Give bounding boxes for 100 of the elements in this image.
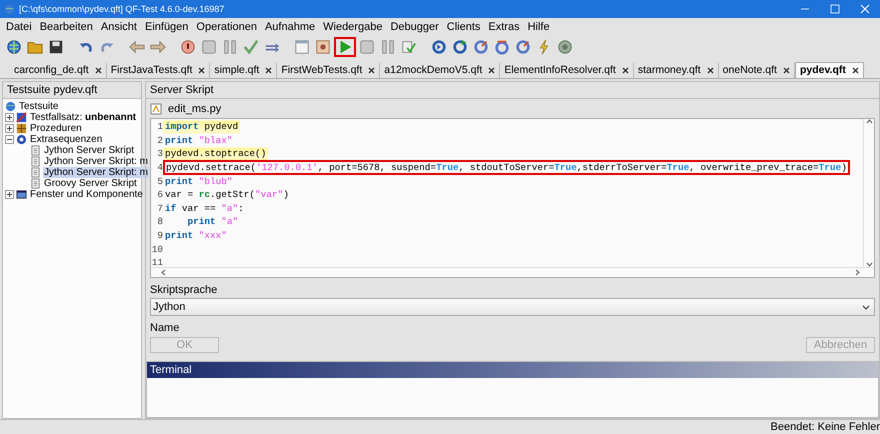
menu-item[interactable]: Einfügen [140,20,192,32]
suite-node-icon [5,101,16,112]
check-icon [243,39,259,55]
file-tab[interactable]: ElementInfoResolver.qft [500,63,634,78]
close-icon[interactable] [782,66,790,74]
menu-item[interactable]: Clients [442,20,484,32]
checklist-icon [401,39,417,55]
line-number: 1 [156,121,163,132]
scroll-right-icon[interactable] [855,269,860,276]
file-tab[interactable]: simple.qft [210,63,278,78]
close-icon[interactable] [368,66,376,74]
globe-icon [6,39,22,55]
step-in-icon [431,39,447,55]
tree-item[interactable]: Testsuite [18,101,60,112]
line-number: 3 [156,148,163,160]
file-tab[interactable]: carconfig_de.qft [10,63,107,78]
close-icon[interactable] [265,66,272,74]
code-line: print "blub" [164,174,234,188]
folder-icon [27,39,43,55]
expand-toggle[interactable] [5,113,14,122]
windows-node-icon [16,189,27,200]
close-icon[interactable] [852,66,859,74]
step-over-icon [452,39,468,55]
expand-toggle[interactable] [5,190,14,199]
forward-icon [150,39,166,55]
chevron-icon [862,304,870,310]
close-icon[interactable] [622,66,629,74]
step-out-icon [473,39,489,55]
menu-item[interactable]: Operationen [192,20,261,32]
line-number: 2 [156,134,163,146]
check-button[interactable] [241,37,261,57]
file-tab[interactable]: a12mockDemoV5.qft [380,63,500,78]
close-icon[interactable] [488,66,496,74]
close-icon[interactable] [94,66,102,74]
field-label: Name [150,321,180,334]
close-icon[interactable] [198,66,206,74]
line-number: 6 [156,189,163,200]
code-line: var = rc.getStr("var") [164,188,290,202]
expand-toggle[interactable] [5,124,14,133]
step-out-icon [515,39,531,55]
menu-item[interactable]: Wiedergabe [319,20,386,32]
line-number: 10 [151,244,163,255]
play-button[interactable] [334,37,356,57]
script-node-icon [30,178,41,189]
line-number: 9 [156,230,163,242]
menu-item[interactable]: Extras [484,20,524,32]
menu-item[interactable]: Hilfe [524,20,554,32]
menu-item[interactable]: Debugger [386,20,443,32]
record-icon [315,39,331,55]
tree-item[interactable]: Extrasequenzen [29,134,104,145]
terminal-title: Terminal [147,362,878,378]
code-editor[interactable] [150,118,875,278]
file-tab[interactable]: FirstWebTests.qft [277,63,380,78]
file-tab[interactable]: starmoney.qft [634,63,719,78]
scroll-left-icon[interactable] [161,269,166,276]
stop-icon [359,39,375,55]
expand-toggle[interactable] [5,135,14,144]
stop-icon [201,39,217,55]
file-tab[interactable]: pydev.qft [794,62,864,78]
tree-item[interactable]: Prozeduren [29,123,83,134]
file-name: edit_ms.py [168,102,222,114]
tree-item[interactable]: Groovy Server Skript [43,178,138,189]
menu-item[interactable]: Bearbeiten [36,20,97,32]
code-line: print "a" [186,215,240,228]
window-icon [294,39,310,55]
tree-item[interactable]: Jython Server Skript [43,145,136,156]
file-tab[interactable]: FirstJavaTests.qft [106,63,210,78]
menu-item[interactable]: Datei [2,20,36,32]
field-label: Skriptsprache [150,283,218,296]
script-node-icon [30,145,41,156]
line-number: 11 [151,257,163,268]
file-icon [150,102,162,114]
back-icon [129,39,145,55]
script-node-icon [30,156,41,167]
code-line: print "xxx" [164,229,228,242]
save-icon [48,39,64,55]
line-number: 7 [156,202,163,214]
language-dropdown[interactable]: Jython [150,298,875,316]
line-number: 5 [156,176,163,187]
scroll-down-icon[interactable] [866,262,872,267]
script-node-icon [30,167,41,178]
line-number: 8 [156,216,163,228]
extras-node-icon [16,134,27,145]
procedures-node-icon [16,123,27,134]
menu-item[interactable]: Ansicht [96,20,141,32]
status-text: Beendet: Keine Fehler [770,421,880,433]
testset-node-icon [16,112,27,123]
code-line: if var == "a": [164,202,245,215]
menu-item[interactable]: Aufnahme [260,20,320,32]
line-number: 4 [156,162,163,174]
app-icon [4,4,15,14]
panel-title: Server Skript [146,82,879,99]
scroll-up-icon[interactable] [866,119,872,124]
tree-item[interactable]: Fenster und Komponente [29,189,144,200]
close-icon[interactable] [706,66,714,74]
target-icon [557,39,573,55]
code-line: print "blax" [164,134,234,147]
tree-item[interactable]: Testfallsatz: unbenannt [29,112,138,123]
window-title: [C:\qfs\common\pydev.qft] QF-Test 4.6.0-dev.16987 [19,4,226,14]
pause-icon [222,39,238,55]
